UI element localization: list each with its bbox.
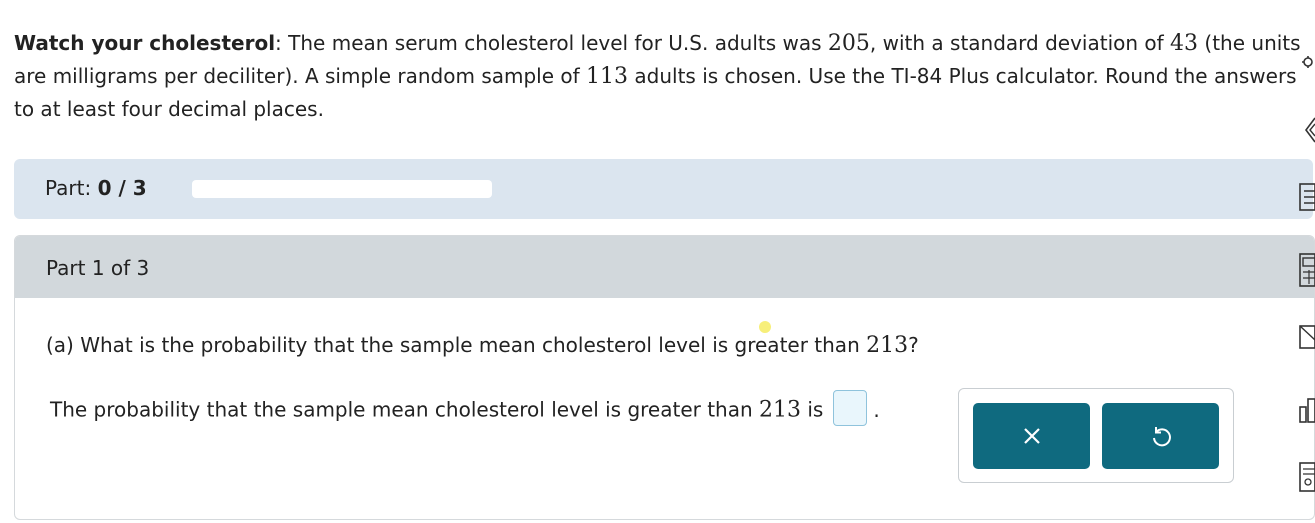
- part-title: Part 1 of 3: [46, 256, 150, 280]
- problem-text-1: The mean serum cholesterol level for U.S…: [288, 31, 828, 55]
- side-toolbar: [1296, 0, 1315, 523]
- question-prompt-end: ?: [908, 333, 919, 357]
- calculator-icon[interactable]: [1298, 253, 1315, 287]
- sample-size-value: 113: [586, 64, 629, 89]
- text-reader-icon[interactable]: [1298, 115, 1315, 145]
- notes-icon[interactable]: [1298, 183, 1315, 211]
- question-card-header: Part 1 of 3: [15, 236, 1314, 298]
- progress-track: [192, 180, 492, 198]
- undo-icon: [1152, 427, 1171, 447]
- part-progress-bar: Part: 0 / 3: [14, 159, 1313, 219]
- question-prompt: (a) What is the probability that the sam…: [46, 333, 919, 358]
- x-icon: [1023, 428, 1040, 444]
- answer-threshold-value: 213: [759, 397, 802, 423]
- sd-value: 43: [1170, 31, 1199, 56]
- chart-icon[interactable]: [1298, 397, 1315, 423]
- problem-text-2: , with a standard deviation of: [869, 31, 1171, 55]
- part-progress-label: Part: 0 / 3: [45, 176, 147, 200]
- answer-tools-panel: [958, 388, 1234, 483]
- answer-mid: is: [801, 397, 824, 422]
- problem-title-colon: :: [275, 31, 289, 55]
- part-label-text: Part:: [45, 176, 98, 200]
- settings-icon[interactable]: [1298, 55, 1315, 69]
- question-prompt-text: (a) What is the probability that the sam…: [46, 333, 867, 357]
- part-progress-count: 0 / 3: [97, 176, 147, 200]
- message-icon[interactable]: [1298, 325, 1315, 349]
- problem-statement: Watch your cholesterol: The mean serum c…: [14, 27, 1304, 126]
- undo-button[interactable]: [1102, 403, 1219, 469]
- answer-line: The probability that the sample mean cho…: [50, 390, 880, 429]
- answer-prefix: The probability that the sample mean cho…: [50, 397, 760, 422]
- threshold-value: 213: [866, 333, 909, 358]
- problem-title: Watch your cholesterol: [14, 31, 276, 55]
- clear-button[interactable]: [973, 403, 1090, 469]
- cursor-highlight: [759, 321, 771, 333]
- answer-input[interactable]: [833, 390, 868, 426]
- ebook-icon[interactable]: [1298, 462, 1315, 492]
- mean-value: 205: [827, 31, 870, 56]
- answer-period: .: [873, 397, 880, 422]
